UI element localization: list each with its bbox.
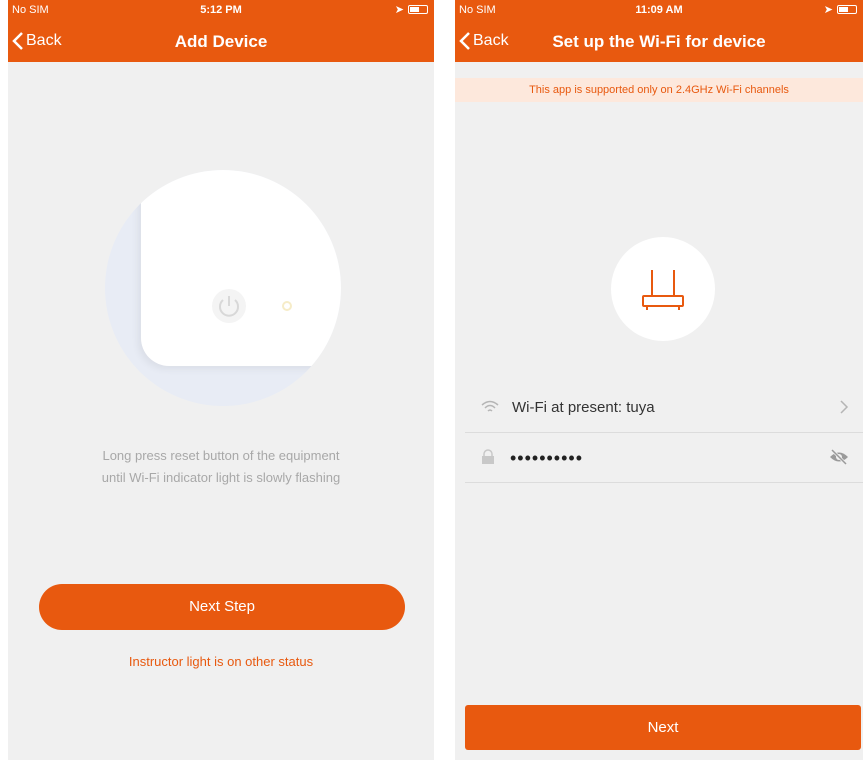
password-input[interactable] <box>510 443 810 473</box>
wifi-setup-screen: No SIM 11:09 AM ➤ Back Set up the Wi-Fi … <box>455 0 863 760</box>
add-device-screen: No SIM 5:12 PM ➤ Back Add Device Long pr… <box>8 0 434 760</box>
router-illustration <box>611 237 715 341</box>
device-illustration <box>105 170 341 406</box>
wifi-network-row[interactable]: Wi-Fi at present: tuya <box>465 383 863 433</box>
wifi-icon <box>481 400 499 412</box>
wifi-network-label: Wi-Fi at present: tuya <box>512 399 655 416</box>
other-status-link[interactable]: Instructor light is on other status <box>8 654 434 669</box>
battery-icon <box>408 5 428 14</box>
status-indicators: ➤ <box>824 3 857 16</box>
status-indicators: ➤ <box>395 3 428 16</box>
clock: 11:09 AM <box>635 4 683 16</box>
device-panel <box>141 170 341 366</box>
status-bar: No SIM 11:09 AM ➤ <box>455 0 863 22</box>
next-button[interactable]: Next <box>465 705 861 750</box>
router-icon <box>642 270 684 310</box>
eye-off-icon[interactable] <box>829 449 849 465</box>
instruction-text: Long press reset button of the equipment… <box>8 445 434 489</box>
next-step-button[interactable]: Next Step <box>39 584 405 630</box>
frequency-warning-banner: This app is supported only on 2.4GHz Wi-… <box>455 78 863 102</box>
page-title: Add Device <box>174 32 268 51</box>
power-icon <box>212 289 246 323</box>
nav-bar: Back Set up the Wi-Fi for device <box>455 22 863 62</box>
battery-icon <box>837 5 857 14</box>
password-row <box>465 433 863 483</box>
page-title: Set up the Wi-Fi for device <box>552 32 766 51</box>
lock-icon <box>482 449 494 464</box>
location-icon: ➤ <box>394 4 404 16</box>
status-bar: No SIM 5:12 PM ➤ <box>8 0 434 22</box>
instruction-line-2: until Wi-Fi indicator light is slowly fl… <box>101 470 341 485</box>
clock: 5:12 PM <box>200 4 242 16</box>
chevron-right-icon <box>840 400 849 414</box>
led-indicator-icon <box>282 301 292 311</box>
location-icon: ➤ <box>823 4 833 16</box>
nav-bar: Back Add Device <box>8 22 434 62</box>
instruction-line-1: Long press reset button of the equipment <box>102 448 340 463</box>
